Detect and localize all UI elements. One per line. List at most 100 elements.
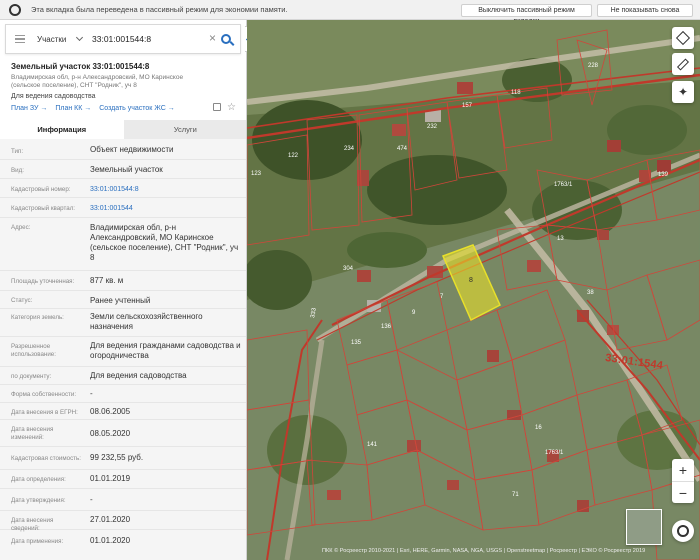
parcel-number-label: 139 bbox=[658, 172, 669, 178]
prop-label: Дата определения: bbox=[11, 476, 66, 483]
parcel-purpose: Для ведения садоводства bbox=[11, 93, 96, 100]
prop-label: Дата внесения изменений: bbox=[11, 426, 54, 441]
prop-value: Владимирская обл, р-н Александровский, М… bbox=[90, 223, 239, 262]
prop-value: 08.05.2020 bbox=[90, 429, 131, 438]
prop-row: Дата применения: 01.01.2020 bbox=[0, 530, 246, 552]
parcel-number-label: 71 bbox=[512, 492, 519, 498]
plan-kk-link[interactable]: План КК → bbox=[55, 105, 91, 112]
browser-logo-icon bbox=[9, 3, 21, 16]
prop-value: Ранее учтенный bbox=[90, 296, 151, 305]
star-icon[interactable]: ☆ bbox=[227, 103, 236, 113]
prop-label: Кадастровая стоимость: bbox=[11, 455, 81, 462]
parcel-title: Земельный участок 33:01:001544:8 bbox=[11, 62, 150, 71]
prop-label: Дата применения: bbox=[11, 538, 64, 545]
search-input[interactable] bbox=[92, 34, 202, 44]
chevron-down-icon[interactable] bbox=[75, 33, 84, 42]
locate-button[interactable]: ✦ bbox=[672, 81, 694, 103]
prop-row: Дата утверждения: - bbox=[0, 489, 246, 511]
parcel-links: План ЗУ → План КК → Создать участок ЖС → bbox=[11, 105, 241, 112]
parcel-number-label: 304 bbox=[343, 266, 354, 272]
disable-passive-mode-button[interactable]: Выключить пассивный режим вкладки bbox=[461, 4, 592, 25]
clear-icon[interactable]: × bbox=[209, 32, 216, 44]
prop-row: Кадастровый квартал: 33:01:001544 bbox=[0, 198, 246, 218]
prop-label: Дата утверждения: bbox=[11, 497, 66, 504]
prop-label: Кадастровый квартал: bbox=[11, 205, 76, 212]
prop-label: Категория земель: bbox=[11, 314, 64, 321]
dont-show-again-button[interactable]: Не показывать снова bbox=[597, 4, 693, 17]
prop-label: Разрешенное использование: bbox=[11, 343, 56, 358]
search-icon[interactable] bbox=[221, 34, 231, 44]
prop-value: 01.01.2020 bbox=[90, 536, 131, 545]
prop-label: Площадь уточненная: bbox=[11, 278, 75, 285]
prop-value: 99 232,55 руб. bbox=[90, 453, 144, 462]
prop-value: 08.06.2005 bbox=[90, 407, 131, 416]
prop-row: по документу: Для ведения садоводства bbox=[0, 367, 246, 385]
parcel-number-label: 118 bbox=[511, 90, 521, 96]
parcel-number-label: 1763/1 bbox=[545, 450, 564, 456]
prop-row: Вид: Земельный участок bbox=[0, 160, 246, 179]
plan-zu-link[interactable]: План ЗУ → bbox=[11, 105, 47, 112]
prop-row: Дата определения: 01.01.2019 bbox=[0, 470, 246, 489]
parcel-number-label: 38 bbox=[587, 290, 594, 296]
prop-row: Форма собственности: - bbox=[0, 385, 246, 403]
prop-label: Статус: bbox=[11, 297, 33, 304]
copy-icon[interactable] bbox=[213, 103, 222, 111]
properties-list: Тип: Объект недвижимости Вид: Земельный … bbox=[0, 139, 246, 560]
tab-info[interactable]: Информация bbox=[0, 120, 124, 139]
prop-row: Статус: Ранее учтенный bbox=[0, 291, 246, 309]
prop-row: Дата внесения сведений: 27.01.2020 bbox=[0, 511, 246, 532]
prop-row: Площадь уточненная: 877 кв. м bbox=[0, 271, 246, 291]
satellite-map bbox=[247, 20, 700, 560]
zoom-out-button[interactable]: − bbox=[672, 481, 694, 503]
zoom-control: + − bbox=[672, 459, 694, 503]
cadastral-number-link[interactable]: 33:01:001544:8 bbox=[90, 185, 242, 195]
tab-services[interactable]: Услуги bbox=[123, 120, 246, 139]
measure-button[interactable] bbox=[672, 53, 694, 75]
info-panel: Участки × Земельный участок 33:01:001544… bbox=[0, 20, 247, 560]
layers-button[interactable] bbox=[672, 27, 694, 49]
prop-value: - bbox=[90, 495, 93, 504]
parcel-number-label: 16 bbox=[535, 425, 542, 431]
parcel-actions: ☆ bbox=[213, 103, 236, 113]
search-type-select[interactable]: Участки bbox=[37, 35, 75, 44]
zoom-in-button[interactable]: + bbox=[672, 459, 694, 481]
prop-label: Вид: bbox=[11, 167, 24, 174]
prop-value: Для ведения садоводства bbox=[90, 371, 187, 380]
prop-value: Земельный участок bbox=[90, 165, 163, 174]
map-view[interactable]: 228 157 118 232 474 234 122 123 139 1763… bbox=[247, 20, 700, 560]
parcel-number-label: 234 bbox=[344, 146, 355, 152]
prop-row: Кадастровый номер: 33:01:001544:8 bbox=[0, 179, 246, 198]
passive-mode-notice: Эта вкладка была переведена в пассивный … bbox=[31, 5, 288, 14]
parcel-number-label: 474 bbox=[397, 146, 408, 152]
prop-value: Объект недвижимости bbox=[90, 145, 174, 154]
compass-icon bbox=[677, 525, 689, 537]
parcel-number-label: 1763/1 bbox=[554, 182, 573, 188]
cadastral-quarter-link[interactable]: 33:01:001544 bbox=[90, 204, 242, 214]
panel-tabs: Информация Услуги bbox=[0, 120, 246, 139]
create-parcel-link[interactable]: Создать участок ЖС → bbox=[99, 105, 175, 112]
menu-icon[interactable] bbox=[15, 35, 25, 43]
prop-label: Тип: bbox=[11, 148, 24, 155]
map-attribution: ПКК © Росреестр 2010-2021 | Esri, HERE, … bbox=[322, 548, 646, 554]
prop-label: Кадастровый номер: bbox=[11, 186, 71, 193]
compass-button[interactable] bbox=[672, 520, 694, 542]
prop-value: 01.01.2019 bbox=[90, 474, 131, 483]
selected-parcel-label: 8 bbox=[469, 277, 473, 284]
parcel-number-label: 13 bbox=[557, 236, 564, 242]
prop-value: - bbox=[90, 389, 93, 398]
prop-label: по документу: bbox=[11, 373, 52, 380]
prop-row: Категория земель: Земли сельскохозяйстве… bbox=[0, 309, 246, 337]
parcel-number-label: 123 bbox=[251, 171, 262, 177]
prop-row: Разрешенное использование: Для ведения г… bbox=[0, 337, 246, 367]
parcel-number-label: 157 bbox=[462, 103, 473, 109]
ruler-icon bbox=[676, 57, 690, 71]
prop-value: 27.01.2020 bbox=[90, 515, 131, 524]
prop-row: Дата внесения изменений: 08.05.2020 bbox=[0, 420, 246, 447]
parcel-number-label: 135 bbox=[351, 340, 362, 346]
basemap-switcher[interactable] bbox=[626, 509, 662, 545]
prop-row: Адрес: Владимирская обл, р-н Александров… bbox=[0, 218, 246, 271]
parcel-number-label: 9 bbox=[412, 310, 416, 316]
parcel-number-label: 141 bbox=[367, 442, 378, 448]
prop-row: Тип: Объект недвижимости bbox=[0, 139, 246, 160]
prop-value: Земли сельскохозяйственного назначения bbox=[90, 312, 203, 331]
